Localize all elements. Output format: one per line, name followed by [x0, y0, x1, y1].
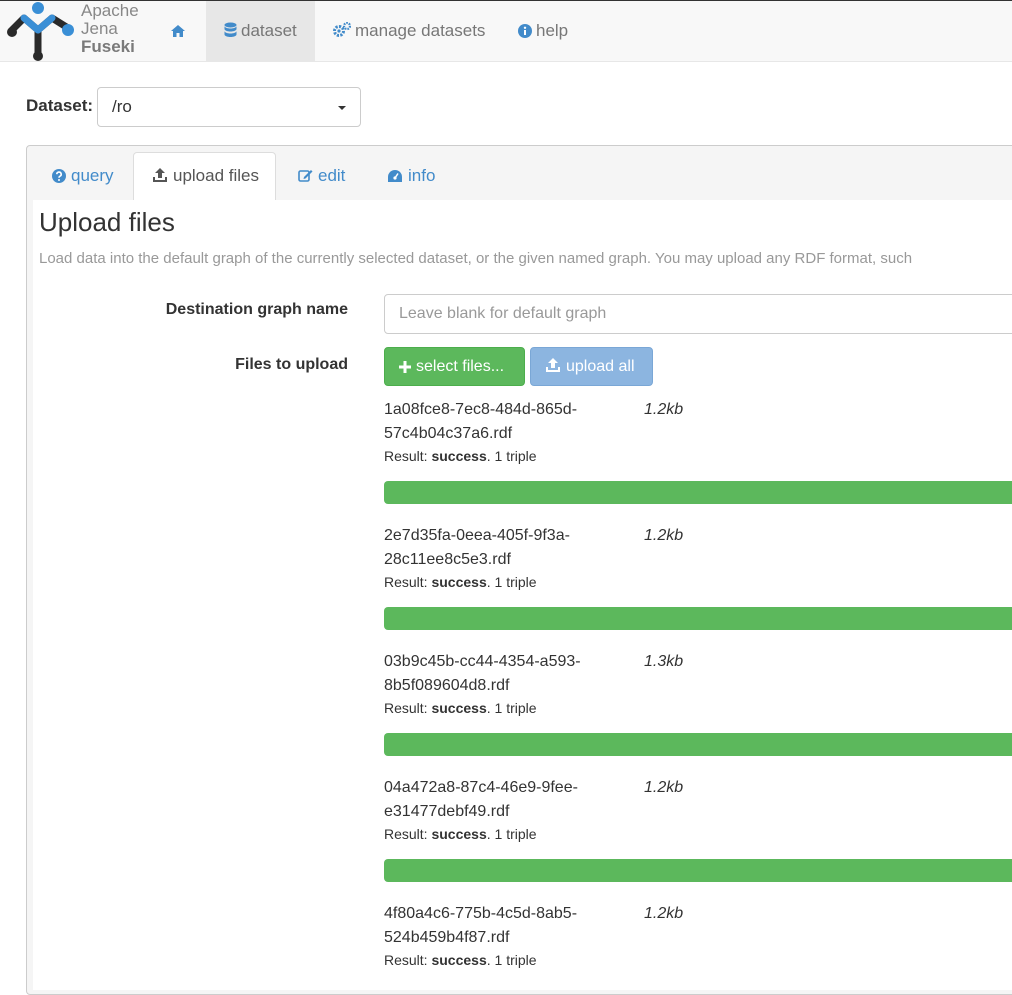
files-to-upload-label: Files to upload [235, 356, 348, 373]
nav-help-label: help [536, 21, 569, 40]
tab-query[interactable]: query [52, 152, 114, 200]
fuseki-logo-icon [7, 2, 74, 61]
edit-icon [298, 170, 313, 182]
gears-icon [333, 21, 352, 37]
plus-icon [399, 361, 411, 373]
file-name: 2e7d35fa-0eea-405f-9f3a-28c11ee8c5e3.rdf [384, 527, 570, 568]
result-status: success [431, 826, 487, 842]
upload-all-label: upload all [566, 358, 635, 375]
fuseki-logo[interactable]: Apache Jena Fuseki [6, 0, 146, 62]
dataset-select[interactable]: /ro [97, 87, 361, 127]
result-status: success [431, 700, 487, 716]
file-name: 1a08fce8-7ec8-484d-865d-57c4b04c37a6.rdf [384, 401, 578, 442]
result-status: success [431, 574, 487, 590]
file-size: 1.2kb [644, 527, 684, 544]
logo-line-jena: Jena [81, 19, 118, 38]
tab-info-label: info [408, 166, 436, 185]
info-circle-icon [518, 24, 532, 38]
upload-icon [153, 168, 167, 182]
upload-icon [546, 358, 560, 372]
file-result: Result: success. 1 triple [384, 700, 537, 716]
upload-description: Load data into the default graph of the … [39, 250, 913, 267]
file-name: 4f80a4c6-775b-4c5d-8ab5-524b459b4f87.rdf [384, 905, 578, 946]
dashboard-icon [388, 170, 402, 182]
navbar: Apache Jena Fuseki [0, 0, 1012, 62]
file-result: Result: success. 1 triple [384, 574, 537, 590]
nav-dataset[interactable]: dataset [206, 1, 315, 62]
progress-fill [384, 607, 1012, 630]
file-result: Result: success. 1 triple [384, 448, 537, 464]
nav-manage-datasets[interactable]: manage datasets [333, 1, 485, 62]
top-border [0, 0, 1012, 1]
page-title: Upload files [39, 207, 175, 237]
file-result: Result: success. 1 triple [384, 826, 537, 842]
tab-upload-files[interactable]: upload files [133, 152, 276, 202]
progress-bar [384, 607, 1012, 630]
nav-help[interactable]: help [518, 1, 568, 62]
file-size: 1.2kb [644, 401, 684, 418]
logo-line-fuseki: Fuseki [81, 37, 135, 56]
database-icon [224, 22, 237, 37]
nav-manage-label: manage datasets [355, 21, 486, 40]
progress-fill [384, 733, 1012, 756]
result-status: success [431, 448, 487, 464]
progress-bar [384, 481, 1012, 504]
destination-graph-input[interactable] [384, 294, 1012, 334]
file-size: 1.2kb [644, 779, 684, 796]
caret-down-icon [338, 106, 346, 110]
progress-bar [384, 733, 1012, 756]
file-name: 04a472a8-87c4-46e9-9fee-e31477debf49.rdf [384, 779, 578, 820]
file-result: Result: success. 1 triple [384, 952, 537, 968]
nav-dataset-label: dataset [241, 21, 297, 40]
question-circle-icon [52, 169, 66, 183]
file-size: 1.3kb [644, 653, 684, 670]
dataset-label: Dataset: [26, 96, 94, 115]
nav-home[interactable] [160, 1, 200, 62]
tab-edit-label: edit [318, 166, 346, 185]
logo-line-apache: Apache [81, 1, 139, 20]
home-icon [171, 25, 185, 37]
tab-query-label: query [71, 166, 114, 185]
file-size: 1.2kb [644, 905, 684, 922]
dataset-select-value: /ro [112, 97, 132, 116]
progress-bar [384, 859, 1012, 882]
select-files-button[interactable]: select files... [384, 347, 525, 386]
upload-all-button[interactable]: upload all [530, 347, 653, 386]
file-name: 03b9c45b-cc44-4354-a593-8b5f089604d8.rdf [384, 653, 581, 694]
tab-info[interactable]: info [387, 152, 435, 200]
tab-upload-label: upload files [173, 166, 260, 185]
destination-graph-label: Destination graph name [165, 301, 348, 318]
progress-fill [384, 859, 1012, 882]
tab-edit[interactable]: edit [298, 152, 345, 200]
select-files-label: select files... [416, 358, 505, 375]
progress-fill [384, 481, 1012, 504]
result-status: success [431, 952, 487, 968]
